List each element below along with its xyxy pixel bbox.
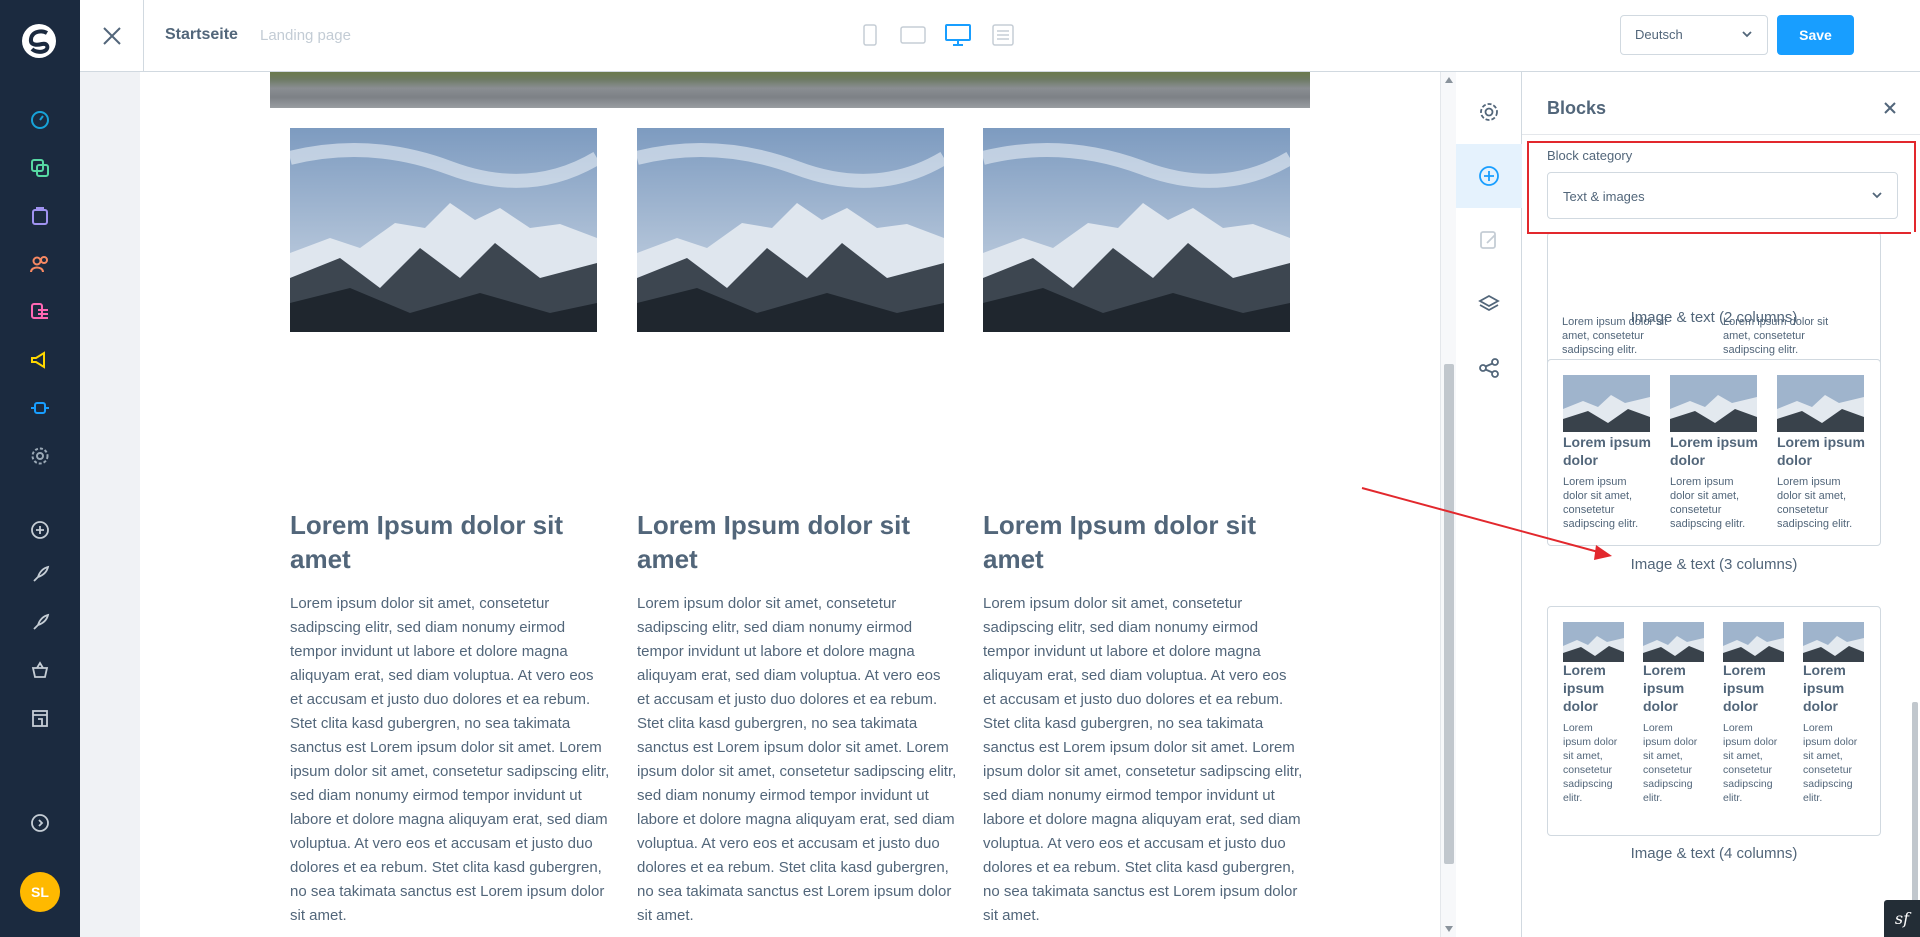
language-select-value: Deutsch [1635,27,1683,42]
block-preview-heading: Lorem ipsum dolor [1803,662,1846,714]
tablet-icon [900,26,926,44]
block-preview-text: Lorem ipsum dolor sit amet, consetetur s… [1563,722,1618,804]
block-preview-text: Lorem ipsum dolor sit amet, consetetur s… [1563,476,1639,530]
storefront-icon[interactable] [28,706,52,730]
column-heading[interactable]: Lorem Ipsum dolor sit amet [983,508,1303,576]
catalogue-icon[interactable] [28,156,52,180]
desktop-icon [945,24,971,46]
user-avatar[interactable]: SL [20,872,60,912]
shopware-logo[interactable] [20,22,58,60]
block-preview-text: Lorem ipsum dolor sit amet, consetetur s… [1803,722,1858,804]
block-preview-image [1670,375,1757,432]
sidebar-toolbar [1456,72,1522,937]
block-category-label: Block category [1547,148,1633,163]
block-caption: Image & text (4 columns) [1630,845,1798,862]
tool-share[interactable] [1456,336,1522,400]
add-block-icon [1479,166,1499,186]
block-caption: Image & text (2 columns) [1630,309,1798,326]
page-title: Startseite [165,26,238,43]
column-heading[interactable]: Lorem Ipsum dolor sit amet [637,508,957,576]
editor-header: Startseite Landing page Deutsch Save [80,0,1920,72]
viewport-tablet-button[interactable] [900,24,926,46]
column-text[interactable]: Lorem ipsum dolor sit amet, consetetur s… [290,592,610,928]
close-icon [102,27,121,45]
block-preview-text: Lorem ipsum dolor sit amet, consetetur s… [1643,722,1698,804]
column-text[interactable]: Lorem ipsum dolor sit amet, consetetur s… [637,592,957,928]
tool-edit[interactable] [1456,208,1522,272]
settings-icon[interactable] [28,444,52,468]
block-preview-heading: Lorem ipsum dolor [1563,662,1606,714]
block-preview-image [1563,375,1650,432]
column-image[interactable] [637,128,944,332]
content-icon[interactable] [28,300,52,324]
save-button[interactable]: Save [1777,15,1854,55]
orders-icon[interactable] [28,204,52,228]
block-preview-text: Lorem ipsum dolor sit amet, consetetur s… [1723,722,1778,804]
block-category-value: Text & images [1563,189,1645,204]
marketing-icon[interactable] [28,348,52,372]
settings-icon [1480,103,1498,121]
share-icon [1479,358,1499,378]
block-preview-heading: Lorem ipsum dolor [1563,434,1651,468]
admin-sidebar: SL [0,0,80,937]
form-icon [992,24,1014,46]
close-editor-button[interactable] [80,0,144,72]
chevron-down-icon [1872,192,1882,199]
column-text[interactable]: Lorem ipsum dolor sit amet, consetetur s… [983,592,1303,928]
customers-icon[interactable] [28,252,52,276]
panel-title: Blocks [1547,98,1607,118]
panel-scrollbar[interactable] [1911,232,1920,937]
close-icon[interactable] [1883,101,1897,115]
scroll-up-arrow-icon[interactable] [1445,77,1453,83]
block-preview-heading: Lorem ipsum dolor [1643,662,1686,714]
rocket-icon[interactable] [28,563,52,587]
column-image[interactable] [983,128,1290,332]
viewport-mobile-button[interactable] [857,24,883,46]
rocket-icon[interactable] [28,611,52,635]
block-preview-3-columns[interactable]: Lorem ipsum dolor Lorem ipsum dolor Lore… [1547,359,1881,546]
chevron-down-icon [1742,31,1752,38]
block-preview-image [1803,622,1864,662]
layers-icon [1478,294,1500,312]
block-category-select[interactable]: Text & images [1547,172,1898,219]
help-icon[interactable] [28,811,52,835]
block-preview-heading: Lorem ipsum dolor [1670,434,1758,468]
block-preview-image [1723,622,1784,662]
block-preview-image [1643,622,1704,662]
cms-canvas: Lorem Ipsum dolor sit amet Lorem Ipsum d… [80,72,1440,937]
block-preview-text: Lorem ipsum dolor sit amet, consetetur s… [1670,476,1746,530]
block-caption: Image & text (3 columns) [1630,556,1798,573]
edit-icon [1480,231,1496,249]
block-preview-heading: Lorem ipsum dolor [1723,662,1766,714]
extensions-icon[interactable] [28,396,52,420]
tool-settings[interactable] [1456,80,1522,144]
dashboard-icon[interactable] [28,108,52,132]
block-preview-heading: Lorem ipsum dolor [1777,434,1865,468]
hero-image[interactable] [270,72,1310,108]
add-icon[interactable] [28,518,52,542]
viewport-form-button[interactable] [990,24,1016,46]
tool-layers[interactable] [1456,272,1522,336]
language-select[interactable]: Deutsch [1620,15,1768,55]
column-image[interactable] [290,128,597,332]
block-preview-text: Lorem ipsum dolor sit amet, consetetur s… [1777,476,1853,530]
symfony-toolbar-badge[interactable]: sf [1884,900,1920,937]
block-preview-2-columns[interactable]: Lorem ipsum dolor sit amet, consetetur s… [1547,232,1881,371]
scroll-thumb[interactable] [1444,364,1454,864]
cms-page: Lorem Ipsum dolor sit amet Lorem Ipsum d… [140,72,1440,937]
page-type: Landing page [260,27,351,44]
mobile-icon [863,24,877,46]
blocks-panel: Blocks Lorem ipsum dolor sit amet, conse… [1522,72,1920,937]
tool-add-block[interactable] [1456,144,1522,208]
canvas-scrollbar[interactable] [1440,72,1456,937]
block-preview-4-columns[interactable]: Lorem ipsum dolor Lorem ipsum dolor Lore… [1547,606,1881,836]
scroll-down-arrow-icon[interactable] [1445,926,1453,932]
block-preview-image [1777,375,1864,432]
viewport-desktop-button[interactable] [945,24,971,46]
block-preview-image [1563,622,1624,662]
column-heading[interactable]: Lorem Ipsum dolor sit amet [290,508,610,576]
shop-icon[interactable] [28,658,52,682]
